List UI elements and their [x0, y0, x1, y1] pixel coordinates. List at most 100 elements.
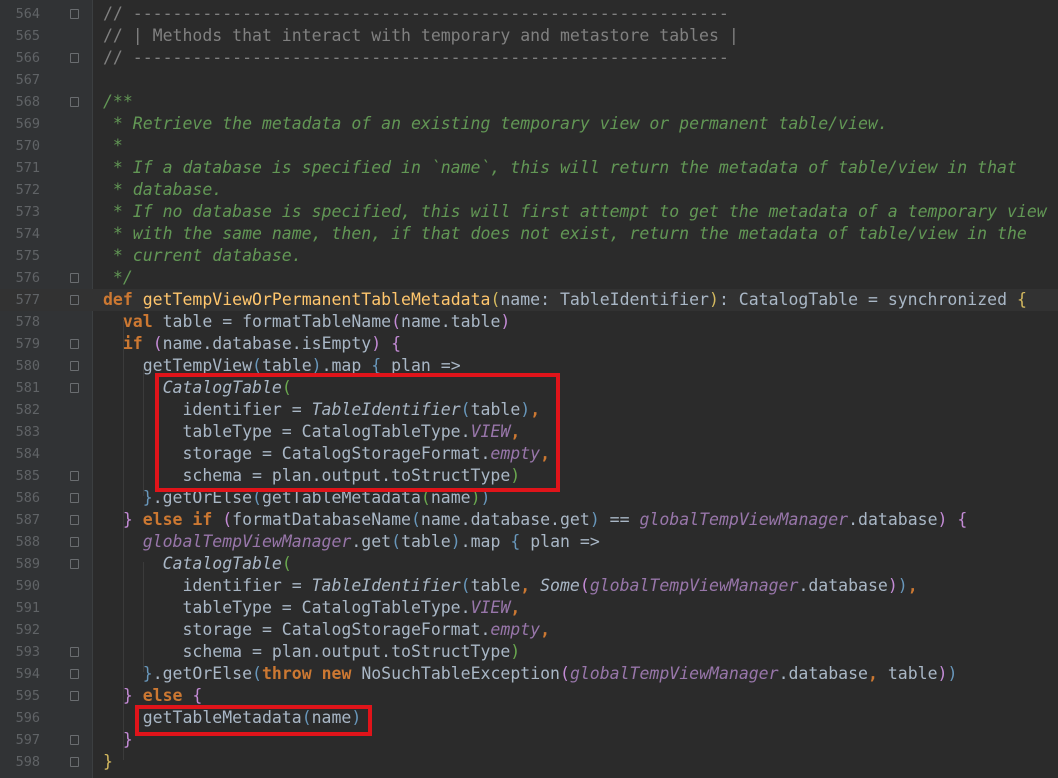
code-token: ,: [540, 620, 551, 639]
fold-marker-icon[interactable]: [70, 647, 79, 657]
line-number: 570: [15, 138, 40, 154]
code-token: ): [937, 664, 948, 683]
code-line[interactable]: 570 *: [0, 135, 1058, 157]
code-token: VIEW: [470, 598, 511, 617]
fold-marker-icon[interactable]: [70, 471, 79, 481]
code-line[interactable]: 591 tableType = CatalogTableType.VIEW,: [0, 597, 1058, 619]
fold-marker-icon[interactable]: [70, 273, 79, 283]
code-line[interactable]: 587 } else if (formatDatabaseName(name.d…: [0, 509, 1058, 531]
code-token: Some: [540, 576, 580, 595]
line-number: 577: [15, 292, 40, 308]
code-token: ): [510, 642, 521, 661]
fold-marker-icon[interactable]: [70, 97, 79, 107]
code-token: table = formatTableName: [162, 312, 392, 331]
code-token: */: [103, 268, 133, 287]
line-number: 583: [15, 424, 40, 440]
code-text: val table = formatTableName(name.table): [103, 311, 510, 333]
line-number: 579: [15, 336, 40, 352]
fold-marker-icon[interactable]: [70, 735, 79, 745]
code-line[interactable]: 577 def getTempViewOrPermanentTableMetada…: [0, 289, 1058, 311]
code-token: *: [103, 136, 123, 155]
fold-marker-icon[interactable]: [70, 757, 79, 767]
fold-marker-icon[interactable]: [70, 361, 79, 371]
code-token: }: [142, 488, 153, 507]
code-token: {: [510, 532, 521, 551]
line-number: 592: [15, 622, 40, 638]
code-line[interactable]: 590 identifier = TableIdentifier(table, …: [0, 575, 1058, 597]
code-line[interactable]: 571 * If a database is specified in `nam…: [0, 157, 1058, 179]
code-line[interactable]: 588 globalTempViewManager.get(table).map…: [0, 531, 1058, 553]
code-text: */: [103, 267, 133, 289]
code-line[interactable]: 569 * Retrieve the metadata of an existi…: [0, 113, 1058, 135]
code-token: (: [391, 312, 402, 331]
line-number: 597: [15, 732, 40, 748]
code-token: ): [887, 576, 898, 595]
code-line[interactable]: 568 /**: [0, 91, 1058, 113]
fold-marker-icon[interactable]: [70, 515, 79, 525]
code-line[interactable]: 566 // ----------------------------------…: [0, 47, 1058, 69]
code-line[interactable]: 575 * current database.: [0, 245, 1058, 267]
code-line[interactable]: 565 // | Methods that interact with tempo…: [0, 25, 1058, 47]
code-token: ): [937, 510, 948, 529]
fold-marker-icon[interactable]: [70, 537, 79, 547]
code-token: .map: [460, 532, 511, 551]
code-line[interactable]: 574 * with the same name, then, if that …: [0, 223, 1058, 245]
code-text: * current database.: [103, 245, 302, 267]
code-token: ,: [520, 576, 541, 595]
code-token: CatalogTable: [162, 554, 282, 573]
fold-marker-icon[interactable]: [70, 383, 79, 393]
code-token: }: [103, 752, 113, 771]
code-text: }: [103, 751, 113, 773]
code-line[interactable]: 595 } else {: [0, 685, 1058, 707]
code-line[interactable]: 594 }.getOrElse(throw new NoSuchTableExc…: [0, 663, 1058, 685]
indent-guide: [143, 562, 144, 672]
fold-marker-icon[interactable]: [70, 53, 79, 63]
code-token: NoSuchTableException: [361, 664, 560, 683]
line-number: 571: [15, 160, 40, 176]
code-line[interactable]: 589 CatalogTable(: [0, 553, 1058, 575]
code-line[interactable]: 572 * database.: [0, 179, 1058, 201]
line-number: 582: [15, 402, 40, 418]
code-line[interactable]: 593 schema = plan.output.toStructType): [0, 641, 1058, 663]
code-line[interactable]: 579 if (name.database.isEmpty) {: [0, 333, 1058, 355]
code-token: throw new: [261, 664, 362, 683]
line-number: 575: [15, 248, 40, 264]
code-token: else: [142, 686, 193, 705]
fold-marker-icon[interactable]: [70, 339, 79, 349]
code-token: tableType = CatalogTableType.: [103, 598, 471, 617]
fold-marker-icon[interactable]: [70, 9, 79, 19]
code-line[interactable]: 592 storage = CatalogStorageFormat.empty…: [0, 619, 1058, 641]
code-token: name.database.get: [420, 510, 590, 529]
line-number: 580: [15, 358, 40, 374]
fold-marker-icon[interactable]: [70, 295, 79, 305]
line-number: 595: [15, 688, 40, 704]
code-line[interactable]: 598}: [0, 751, 1058, 773]
line-number: 586: [15, 490, 40, 506]
code-token: (: [560, 664, 570, 683]
code-text: CatalogTable(: [103, 553, 292, 575]
fold-marker-icon[interactable]: [70, 493, 79, 503]
indent-guide: [123, 320, 124, 760]
fold-marker-icon[interactable]: [70, 669, 79, 679]
fold-marker-icon[interactable]: [70, 691, 79, 701]
fold-marker-icon[interactable]: [70, 559, 79, 569]
code-token: (: [410, 510, 421, 529]
code-text: } else {: [103, 685, 202, 707]
code-line[interactable]: 576 */: [0, 267, 1058, 289]
code-token: schema = plan.output.toStructType: [103, 642, 511, 661]
code-token: ==: [599, 510, 640, 529]
code-text: // -------------------------------------…: [103, 3, 729, 25]
code-line[interactable]: 573 * If no database is specified, this …: [0, 201, 1058, 223]
code-token: }: [122, 686, 133, 705]
code-text: // | Methods that interact with temporar…: [103, 25, 739, 47]
code-line[interactable]: 578 val table = formatTableName(name.tab…: [0, 311, 1058, 333]
code-line[interactable]: 564 // ----------------------------------…: [0, 3, 1058, 25]
code-token: }: [122, 730, 133, 749]
code-editor[interactable]: 564 // ----------------------------------…: [0, 0, 1058, 778]
code-line[interactable]: 567: [0, 69, 1058, 91]
